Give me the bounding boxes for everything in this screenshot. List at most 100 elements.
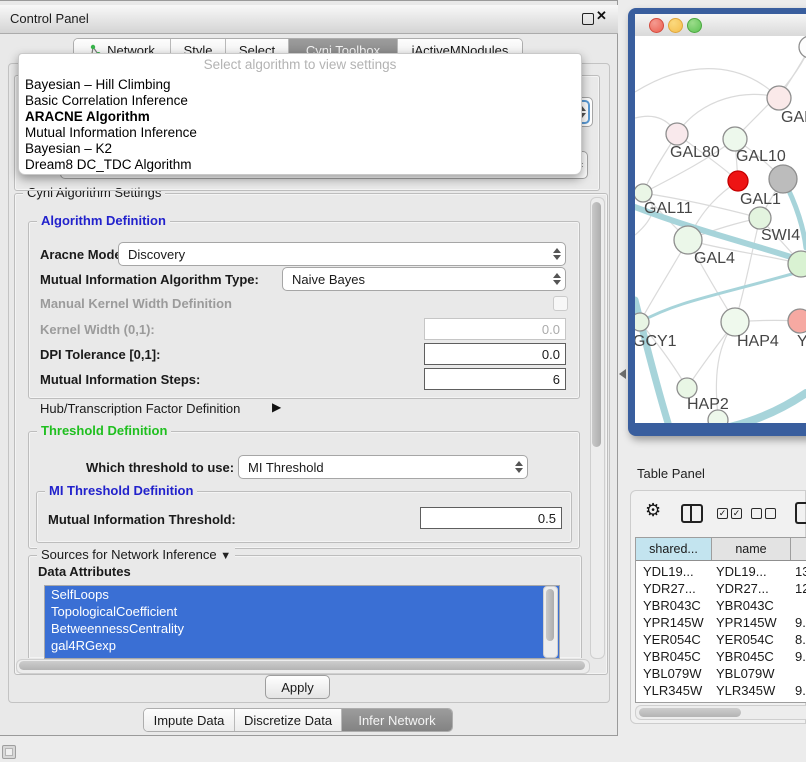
- table-row[interactable]: YLR345WYLR345W9.: [636, 682, 806, 699]
- settings-vscrollbar[interactable]: [590, 197, 605, 659]
- node-label: HAP2: [687, 396, 729, 413]
- settings-vscroll-thumb[interactable]: [592, 202, 601, 447]
- table-hscrollbar[interactable]: [635, 705, 806, 720]
- combo-arrows-icon: [511, 456, 527, 478]
- tab-infer-network[interactable]: Infer Network: [342, 709, 452, 731]
- zoom-traffic-light[interactable]: [687, 18, 702, 33]
- close-icon[interactable]: ✕: [596, 8, 607, 24]
- node[interactable]: [799, 36, 806, 58]
- table-row[interactable]: YIL052CYIL052C9.: [636, 699, 806, 703]
- screen: Control Panel ✕ Network Style Select Cyn…: [0, 0, 806, 762]
- mi-threshold-title: MI Threshold Definition: [45, 483, 197, 498]
- node-label: GAL11: [644, 200, 693, 217]
- dropdown-item[interactable]: Dream8 DC_TDC Algorithm: [25, 157, 192, 172]
- node[interactable]: [767, 86, 791, 110]
- aracne-mode-combo[interactable]: Discovery: [118, 242, 566, 266]
- table-row[interactable]: YBR043CYBR043C: [636, 597, 806, 614]
- network-graph: GAL GAL80 GAL10 GAL11 GAL1 SWI4 GAL4 GCY…: [635, 36, 806, 423]
- node-hap4[interactable]: [721, 308, 749, 336]
- settings-hscroll-thumb[interactable]: [19, 661, 585, 670]
- manual-kernel-checkbox[interactable]: [553, 296, 568, 311]
- mi-type-label: Mutual Information Algorithm Type:: [40, 272, 259, 287]
- tab-impute-data[interactable]: Impute Data: [144, 709, 235, 731]
- node-label: GAL80: [670, 144, 720, 161]
- deselect-all-checks-icon[interactable]: [751, 508, 776, 519]
- mi-steps-label: Mutual Information Steps:: [40, 372, 200, 387]
- sources-title-row[interactable]: Sources for Network Inference ▼: [37, 547, 235, 562]
- data-attributes-list: SelfLoops TopologicalCoefficient Between…: [44, 585, 560, 659]
- attribute-item-partial[interactable]: [45, 654, 559, 659]
- dropdown-item[interactable]: Bayesian – K2: [25, 141, 112, 156]
- splitpane-collapse-arrow-icon[interactable]: [619, 369, 626, 379]
- network-canvas[interactable]: GAL GAL80 GAL10 GAL11 GAL1 SWI4 GAL4 GCY…: [635, 36, 806, 423]
- node-gray[interactable]: [769, 165, 797, 193]
- node-gal1[interactable]: [749, 207, 771, 229]
- node-table: shared... name YDL19...YDL19...13 YDR27.…: [635, 537, 806, 703]
- node-label: GAL: [781, 109, 806, 126]
- attribute-item[interactable]: TopologicalCoefficient: [45, 603, 559, 620]
- dropdown-item[interactable]: Bayesian – Hill Climbing: [25, 77, 171, 92]
- table-row[interactable]: YPR145WYPR145W9.: [636, 614, 806, 631]
- sources-title: Sources for Network Inference: [41, 547, 217, 562]
- settings-hscrollbar[interactable]: [16, 659, 590, 674]
- tab-discretize-data[interactable]: Discretize Data: [235, 709, 342, 731]
- node-gal80[interactable]: [666, 123, 688, 145]
- node-salmon[interactable]: [788, 309, 806, 333]
- minimize-traffic-light[interactable]: [668, 18, 683, 33]
- mi-threshold-label: Mutual Information Threshold:: [48, 512, 236, 527]
- select-all-checks-icon[interactable]: ✓✓: [717, 508, 742, 519]
- attribute-item[interactable]: gal4RGexp: [45, 637, 559, 654]
- attribute-item[interactable]: BetweennessCentrality: [45, 620, 559, 637]
- table-row[interactable]: YER054CYER054C8.: [636, 631, 806, 648]
- dropdown-placeholder: Select algorithm to view settings: [19, 57, 581, 72]
- column-header-partial[interactable]: [791, 538, 806, 560]
- table-panel: ⚙ ✓✓ shared... name YDL19...YDL19...13 Y…: [630, 490, 806, 724]
- algorithm-dropdown-popup: Select algorithm to view settings Bayesi…: [18, 53, 582, 175]
- kernel-width-label: Kernel Width (0,1):: [40, 322, 155, 337]
- kernel-width-field[interactable]: 0.0: [424, 318, 566, 340]
- float-window-icon[interactable]: [582, 13, 594, 25]
- collapse-down-icon: ▼: [220, 550, 231, 562]
- table-panel-title: Table Panel: [628, 462, 806, 486]
- dropdown-item[interactable]: Mutual Information Inference: [25, 125, 197, 140]
- table-row[interactable]: YDL19...YDL19...13: [636, 563, 806, 580]
- dropdown-item[interactable]: Basic Correlation Inference: [25, 93, 188, 108]
- dpi-tolerance-label: DPI Tolerance [0,1]:: [40, 347, 160, 362]
- close-traffic-light[interactable]: [649, 18, 664, 33]
- mi-type-combo[interactable]: Naive Bayes: [282, 267, 566, 291]
- combo-arrows-icon: [549, 268, 565, 290]
- node-label: GCY1: [635, 333, 677, 350]
- node-label: HAP4: [737, 333, 779, 350]
- table-row[interactable]: YBR045CYBR045C9.: [636, 648, 806, 665]
- mi-steps-field[interactable]: 6: [424, 368, 566, 390]
- hub-definition-toggle[interactable]: Hub/Transcription Factor Definition: [40, 401, 240, 416]
- panel-corner-icon[interactable]: [2, 745, 16, 759]
- column-header-name[interactable]: name: [712, 538, 791, 560]
- dpi-tolerance-field[interactable]: 0.0: [424, 343, 566, 365]
- node-red[interactable]: [728, 171, 748, 191]
- attribute-item[interactable]: SelfLoops: [45, 586, 559, 603]
- apply-button[interactable]: Apply: [265, 675, 330, 699]
- control-panel-window: Control Panel ✕ Network Style Select Cyn…: [0, 0, 618, 736]
- attributes-vscrollbar[interactable]: [543, 586, 558, 658]
- which-threshold-label: Which threshold to use:: [86, 460, 234, 475]
- attributes-vscroll-thumb[interactable]: [546, 589, 554, 641]
- node-gcy1[interactable]: [635, 313, 649, 331]
- network-view-window: GAL GAL80 GAL10 GAL11 GAL1 SWI4 GAL4 GCY…: [628, 8, 806, 436]
- table-hscroll-thumb[interactable]: [639, 708, 741, 717]
- column-header-shared-name[interactable]: shared...: [636, 538, 712, 560]
- mi-threshold-field[interactable]: 0.5: [420, 507, 562, 529]
- control-panel-titlebar[interactable]: Control Panel ✕: [0, 5, 618, 34]
- network-window-titlebar[interactable]: [635, 14, 806, 37]
- table-row[interactable]: YBL079WYBL079W: [636, 665, 806, 682]
- node-hap2[interactable]: [677, 378, 697, 398]
- node-label: GAL10: [736, 148, 786, 165]
- expand-right-icon[interactable]: ▶: [272, 400, 281, 414]
- which-threshold-combo[interactable]: MI Threshold: [238, 455, 528, 479]
- dropdown-item-selected[interactable]: ARACNE Algorithm: [25, 109, 150, 124]
- table-row[interactable]: YDR27...YDR27...12: [636, 580, 806, 597]
- columns-icon[interactable]: [681, 504, 703, 523]
- gear-icon[interactable]: ⚙: [645, 500, 661, 521]
- combo-arrows-icon: [549, 243, 565, 265]
- export-table-icon[interactable]: [795, 502, 806, 524]
